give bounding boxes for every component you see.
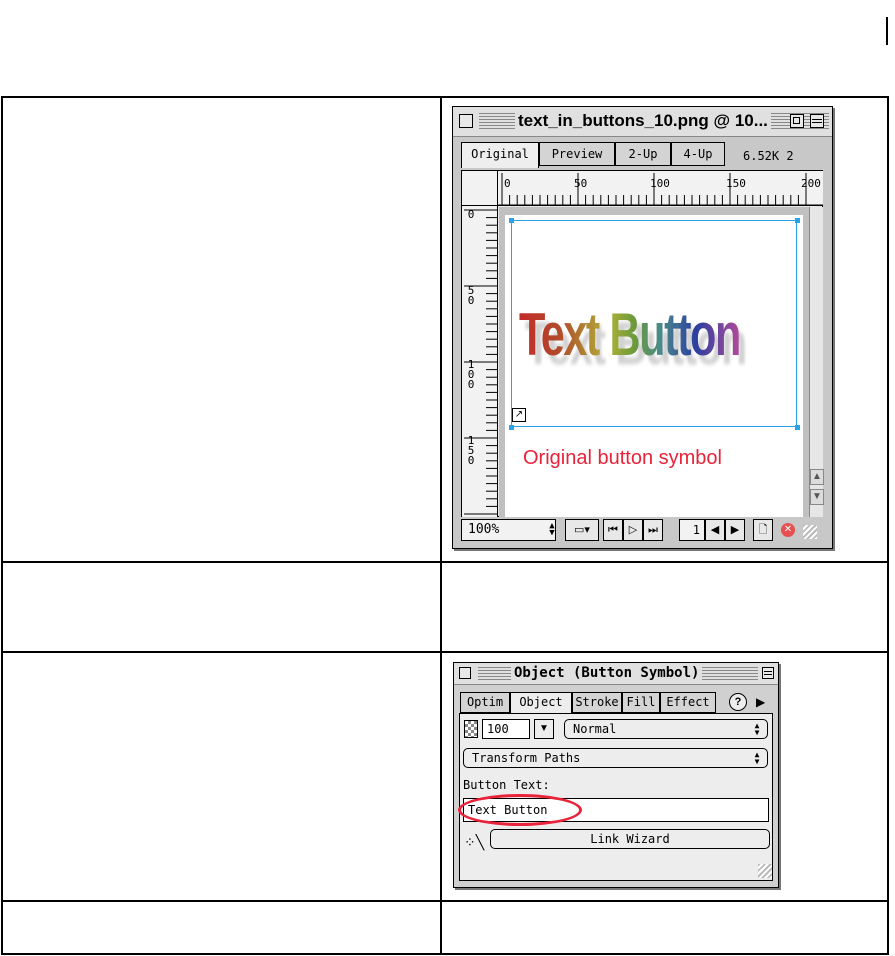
tab-original[interactable]: Original (461, 142, 539, 168)
table-border-row1 (1, 561, 889, 563)
table-border-bottom (1, 953, 889, 955)
panel-titlebar[interactable]: Object (Button Symbol) (454, 663, 778, 685)
opacity-field[interactable]: 100 (482, 719, 530, 739)
tab-stroke[interactable]: Stroke (572, 692, 622, 713)
table-border-row2 (1, 651, 889, 653)
symbol-shortcut-icon: ↗ (512, 408, 526, 422)
ruler-v-digit: 0 (467, 208, 475, 221)
scroll-down-arrow[interactable]: ▼ (810, 489, 824, 505)
ruler-h-label-0: 0 (504, 177, 511, 190)
table-border-row3 (1, 900, 889, 902)
ruler-h-label-50: 50 (574, 177, 588, 190)
zoom-stepper-icon[interactable]: ▲ ▼ (546, 522, 558, 538)
last-frame-button[interactable]: ⏭ (643, 519, 663, 541)
ruler-v-digit: 0 (467, 378, 475, 391)
ruler-v-text-150: 150 (466, 435, 476, 467)
close-box[interactable] (459, 114, 473, 128)
tab-effect[interactable]: Effect (660, 692, 716, 713)
selection-handle-tl[interactable] (509, 218, 514, 223)
button-text-label: Button Text: (463, 778, 550, 792)
opacity-dropdown-button[interactable]: ▼ (534, 719, 554, 739)
tabs-scroll-right-icon[interactable]: ▶ (756, 695, 765, 709)
vertical-scrollbar[interactable]: ▲ ▼ (809, 207, 824, 517)
transform-select[interactable]: Transform Paths ▲ ▼ (463, 748, 768, 768)
ruler-corner (462, 171, 498, 206)
tab-preview[interactable]: Preview (539, 142, 615, 166)
tab-fill[interactable]: Fill (622, 692, 660, 713)
ruler-v-label-150: 150 (466, 435, 476, 467)
wand-icon: ⁘╲ (464, 834, 485, 850)
selection-handle-tr[interactable] (795, 218, 800, 223)
tab-object[interactable]: Object (510, 692, 572, 715)
export-icon[interactable]: 🗋 (753, 519, 773, 541)
object-panel: Object (Button Symbol) Optim Object Stro… (453, 662, 779, 888)
link-wizard-button[interactable]: Link Wizard (490, 829, 770, 849)
ruler-v-text-0: 0 (466, 208, 476, 221)
document-content: 0 50 100 150 200 0 50 100 150 Text Butto… (461, 170, 824, 517)
transform-stepper-icon: ▲ ▼ (754, 750, 760, 766)
ruler-v-label-0: 0 (466, 208, 476, 221)
panel-title: Object (Button Symbol) (511, 665, 703, 681)
preview-in-browser-button[interactable]: ▭▾ (565, 519, 599, 541)
ruler-h-label-150: 150 (726, 177, 746, 190)
ruler-h-label-100: 100 (650, 177, 670, 190)
image-canvas[interactable]: Text Button Text Button ↗ Original butto… (505, 215, 803, 517)
table-border-middle (440, 96, 442, 955)
transform-value: Transform Paths (472, 751, 581, 765)
opacity-checker-icon (464, 720, 478, 738)
annotation-ellipse (458, 794, 582, 826)
blend-mode-stepper-icon: ▲ ▼ (754, 721, 760, 737)
play-button[interactable]: ▷ (623, 519, 643, 541)
ruler-v-digit: 0 (467, 454, 475, 467)
panel-resize-grip[interactable] (758, 864, 772, 878)
window-title: text_in_buttons_10.png @ 10... (515, 111, 771, 131)
ruler-v-text-50: 50 (466, 285, 476, 307)
collapse-box[interactable] (810, 114, 824, 128)
window-titlebar[interactable]: text_in_buttons_10.png @ 10... (453, 107, 832, 137)
tab-2-up[interactable]: 2-Up (615, 142, 671, 166)
ruler-h-label-200: 200 (801, 177, 821, 190)
annotation-caption: Original button symbol (523, 447, 722, 469)
vertical-ruler: 0 50 100 150 (462, 206, 498, 517)
ruler-v-text-100: 100 (466, 359, 476, 391)
help-button[interactable]: ? (729, 693, 747, 711)
file-size-readout: 6.52K 2 (743, 149, 794, 163)
panel-body: 100 ▼ Normal ▲ ▼ Transform Paths ▲ ▼ Butto… (458, 713, 773, 881)
next-frame-button[interactable]: ▶ (725, 519, 745, 541)
panel-close-box[interactable] (459, 667, 471, 679)
selection-handle-br[interactable] (795, 425, 800, 430)
zoom-field[interactable]: 100% ▲ ▼ (461, 519, 556, 541)
blend-mode-value: Normal (573, 722, 617, 736)
table-border-left (1, 96, 3, 955)
document-window: text_in_buttons_10.png @ 10... Original … (452, 106, 833, 549)
tab-optimize[interactable]: Optim (460, 692, 510, 713)
scroll-up-arrow[interactable]: ▲ (810, 469, 824, 485)
page-edge-mark (886, 17, 888, 45)
panel-collapse-box[interactable] (762, 667, 774, 679)
table-border-right (887, 96, 889, 955)
zoom-value: 100% (468, 522, 500, 537)
first-frame-button[interactable]: ⏮ (603, 519, 623, 541)
table-border-top (1, 96, 889, 98)
ruler-v-label-100: 100 (466, 359, 476, 391)
canvas-area[interactable]: Text Button Text Button ↗ Original butto… (499, 207, 809, 517)
ruler-v-label-50: 50 (466, 285, 476, 307)
blend-mode-select[interactable]: Normal ▲ ▼ (564, 719, 768, 739)
selection-rectangle[interactable] (511, 220, 797, 427)
zoom-box[interactable] (790, 114, 804, 128)
horizontal-ruler: 0 50 100 150 200 (498, 171, 823, 206)
frame-number[interactable]: 1 (679, 519, 705, 541)
tab-4-up[interactable]: 4-Up (671, 142, 725, 166)
resize-grip[interactable] (803, 525, 817, 539)
status-bar: 100% ▲ ▼ ▭▾ ⏮ ▷ ⏭ 1 ◀ ▶ 🗋 ✕ (461, 519, 823, 543)
ruler-v-digit: 0 (467, 294, 475, 307)
prev-frame-button[interactable]: ◀ (705, 519, 725, 541)
stop-icon[interactable]: ✕ (781, 523, 795, 537)
selection-handle-bl[interactable] (509, 425, 514, 430)
